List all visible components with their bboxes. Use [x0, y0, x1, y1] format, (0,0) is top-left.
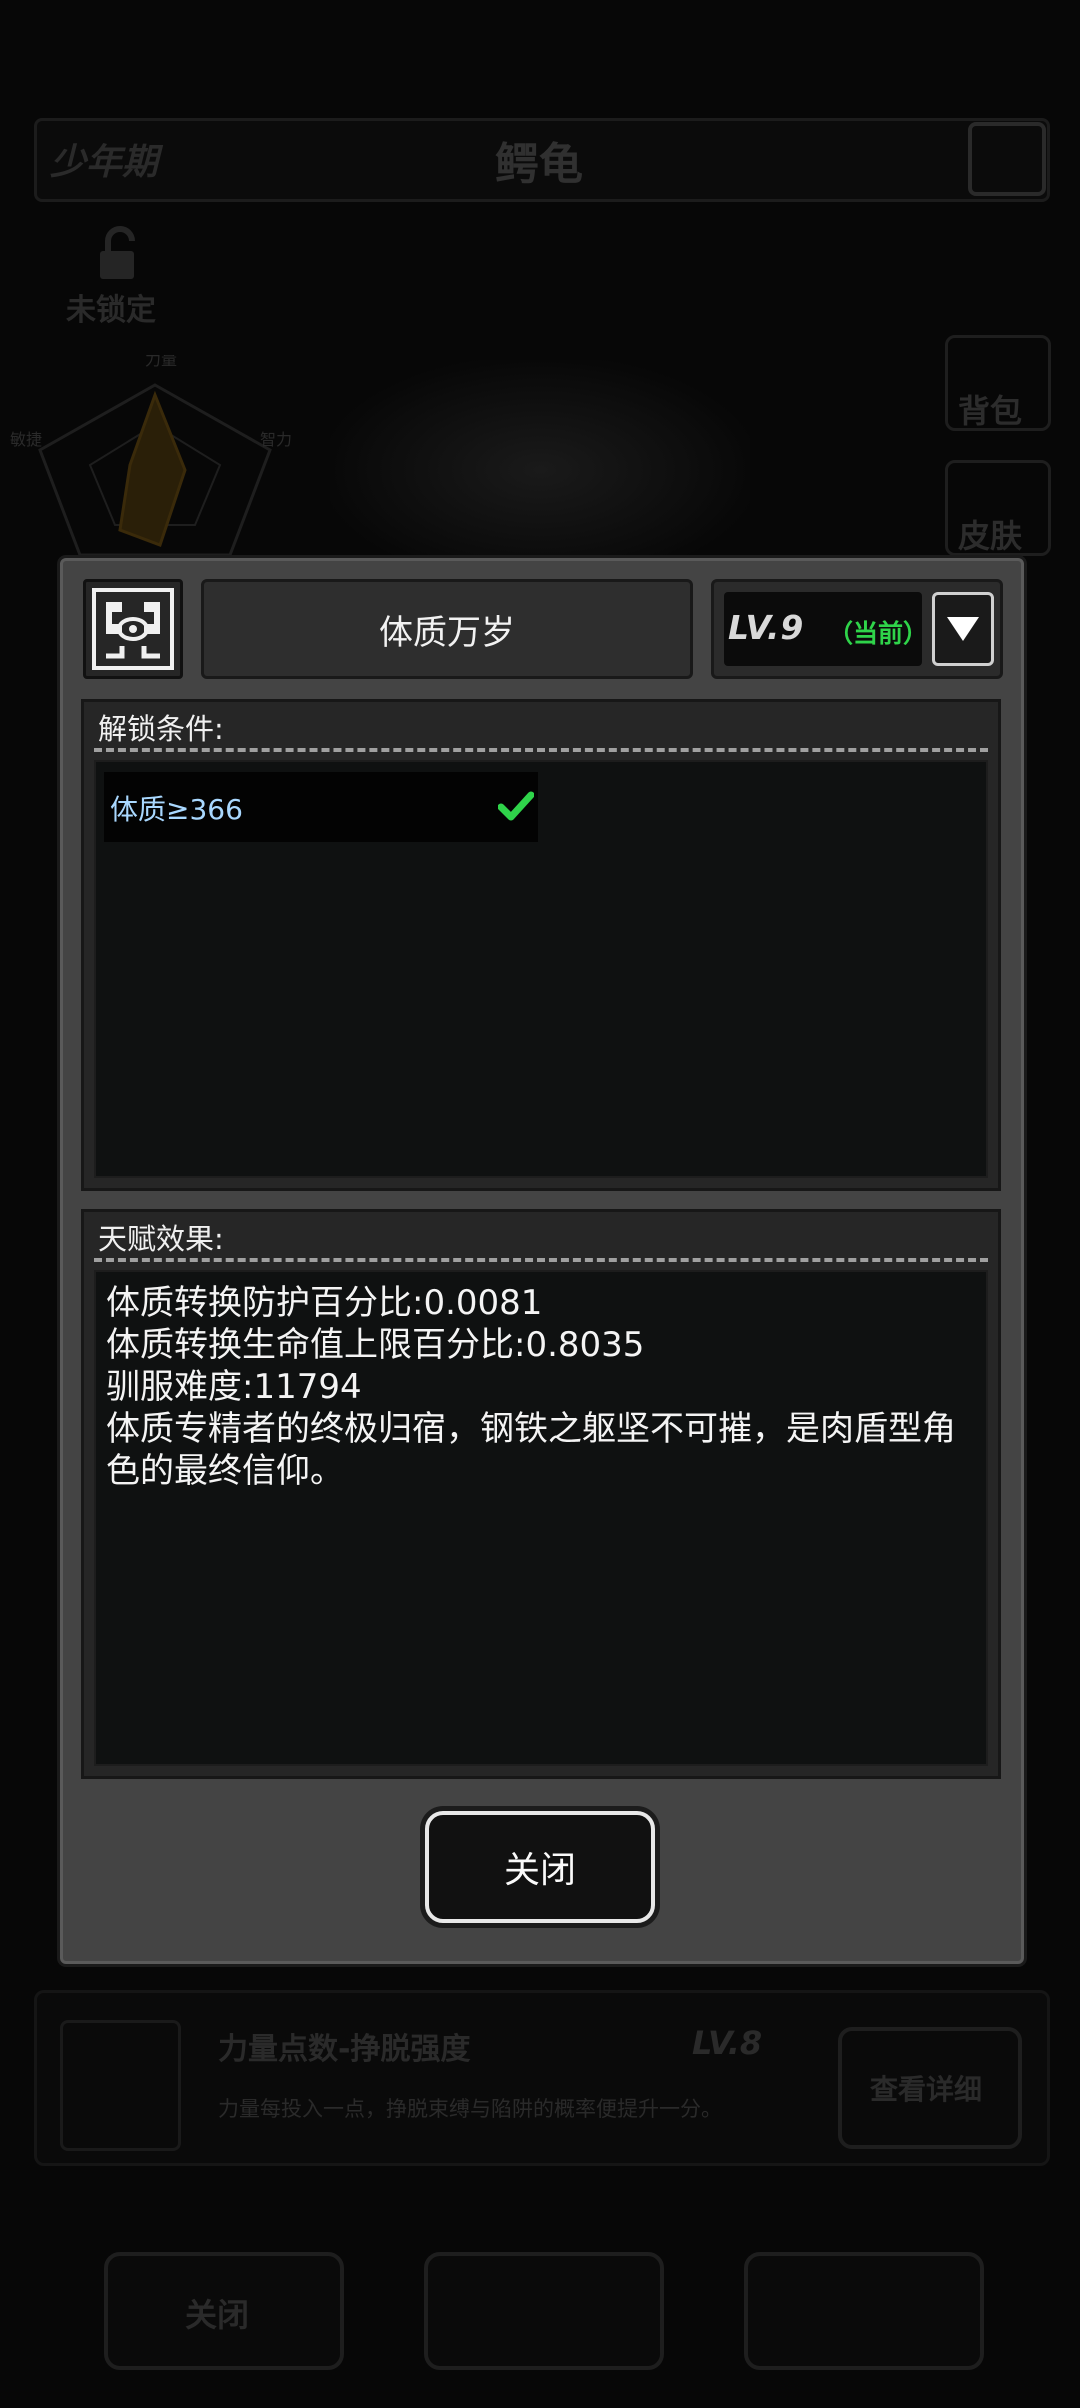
talent-effects-section: 天赋效果: 体质转换防护百分比:0.0081 体质转换生命值上限百分比:0.80…: [81, 1209, 1001, 1779]
stage-label: 少年期: [50, 142, 159, 183]
level-selector[interactable]: LV.9 （当前）: [711, 579, 1003, 679]
creature-image: [330, 360, 750, 580]
divider: [94, 1258, 988, 1262]
radar-label-intellect: 智力: [260, 430, 292, 449]
effect-line-max-hp: 体质转换生命值上限百分比:0.8035: [106, 1325, 645, 1365]
close-button[interactable]: 关闭: [425, 1811, 655, 1923]
radar-label-agility: 敏捷: [10, 430, 42, 449]
skin-label: 皮肤: [958, 517, 1023, 555]
skin-button[interactable]: 皮肤: [945, 460, 1051, 556]
view-detail-label: 查看详细: [870, 2073, 983, 2106]
effect-line-description: 体质专精者的终极归宿，钢铁之躯坚不可摧，是肉盾型角色的最终信仰。: [106, 1409, 956, 1491]
skill-description: 力量每投入一点，挣脱束缚与陷阱的概率便提升一分。: [218, 2097, 722, 2121]
talent-effects-title: 天赋效果:: [98, 1222, 224, 1256]
talent-name: 体质万岁: [201, 579, 693, 679]
level-status: （当前）: [828, 619, 929, 648]
skill-level: LV.8: [692, 2024, 763, 2062]
skill-icon: [60, 2020, 181, 2151]
effect-line-taming-difficulty: 驯服难度:11794: [106, 1367, 362, 1407]
bottom-close-label: 关闭: [185, 2296, 250, 2334]
radar-label-strength: 力量: [145, 355, 177, 369]
edit-icon[interactable]: [968, 122, 1046, 196]
level-display: LV.9 （当前）: [724, 592, 929, 666]
creature-name: 鳄龟: [495, 139, 583, 190]
backpack-button[interactable]: 背包: [945, 335, 1051, 431]
lock-status-label: 未锁定: [66, 293, 156, 328]
level-value: LV.9: [728, 608, 805, 647]
unlock-conditions-list: 体质≥366: [94, 760, 988, 1178]
unlock-conditions-title: 解锁条件:: [98, 712, 224, 746]
level-dropdown-button[interactable]: [932, 592, 994, 666]
talent-effects-body: 体质转换防护百分比:0.0081 体质转换生命值上限百分比:0.8035 驯服难…: [94, 1270, 988, 1766]
condition-item: 体质≥366: [104, 772, 538, 842]
skill-title: 力量点数-挣脱强度: [218, 2032, 471, 2067]
triangle-down-icon: [947, 617, 979, 641]
talent-icon: [83, 579, 183, 679]
talent-dialog: 体质万岁 LV.9 （当前） 解锁条件: 体质≥366 天赋效果: 体质转换防护…: [60, 558, 1024, 1964]
effect-line-defense: 体质转换防护百分比:0.0081: [106, 1283, 543, 1323]
next-pet-button[interactable]: [744, 2252, 984, 2370]
backpack-label: 背包: [958, 392, 1023, 430]
divider: [94, 748, 988, 752]
attribute-radar-chart: 力量 智力 敏捷: [10, 355, 292, 555]
checkmark-icon: [498, 791, 534, 821]
unlock-conditions-section: 解锁条件: 体质≥366: [81, 699, 1001, 1191]
condition-text: 体质≥366: [110, 793, 243, 826]
previous-pet-button[interactable]: [424, 2252, 664, 2370]
lock-icon[interactable]: [90, 225, 150, 285]
